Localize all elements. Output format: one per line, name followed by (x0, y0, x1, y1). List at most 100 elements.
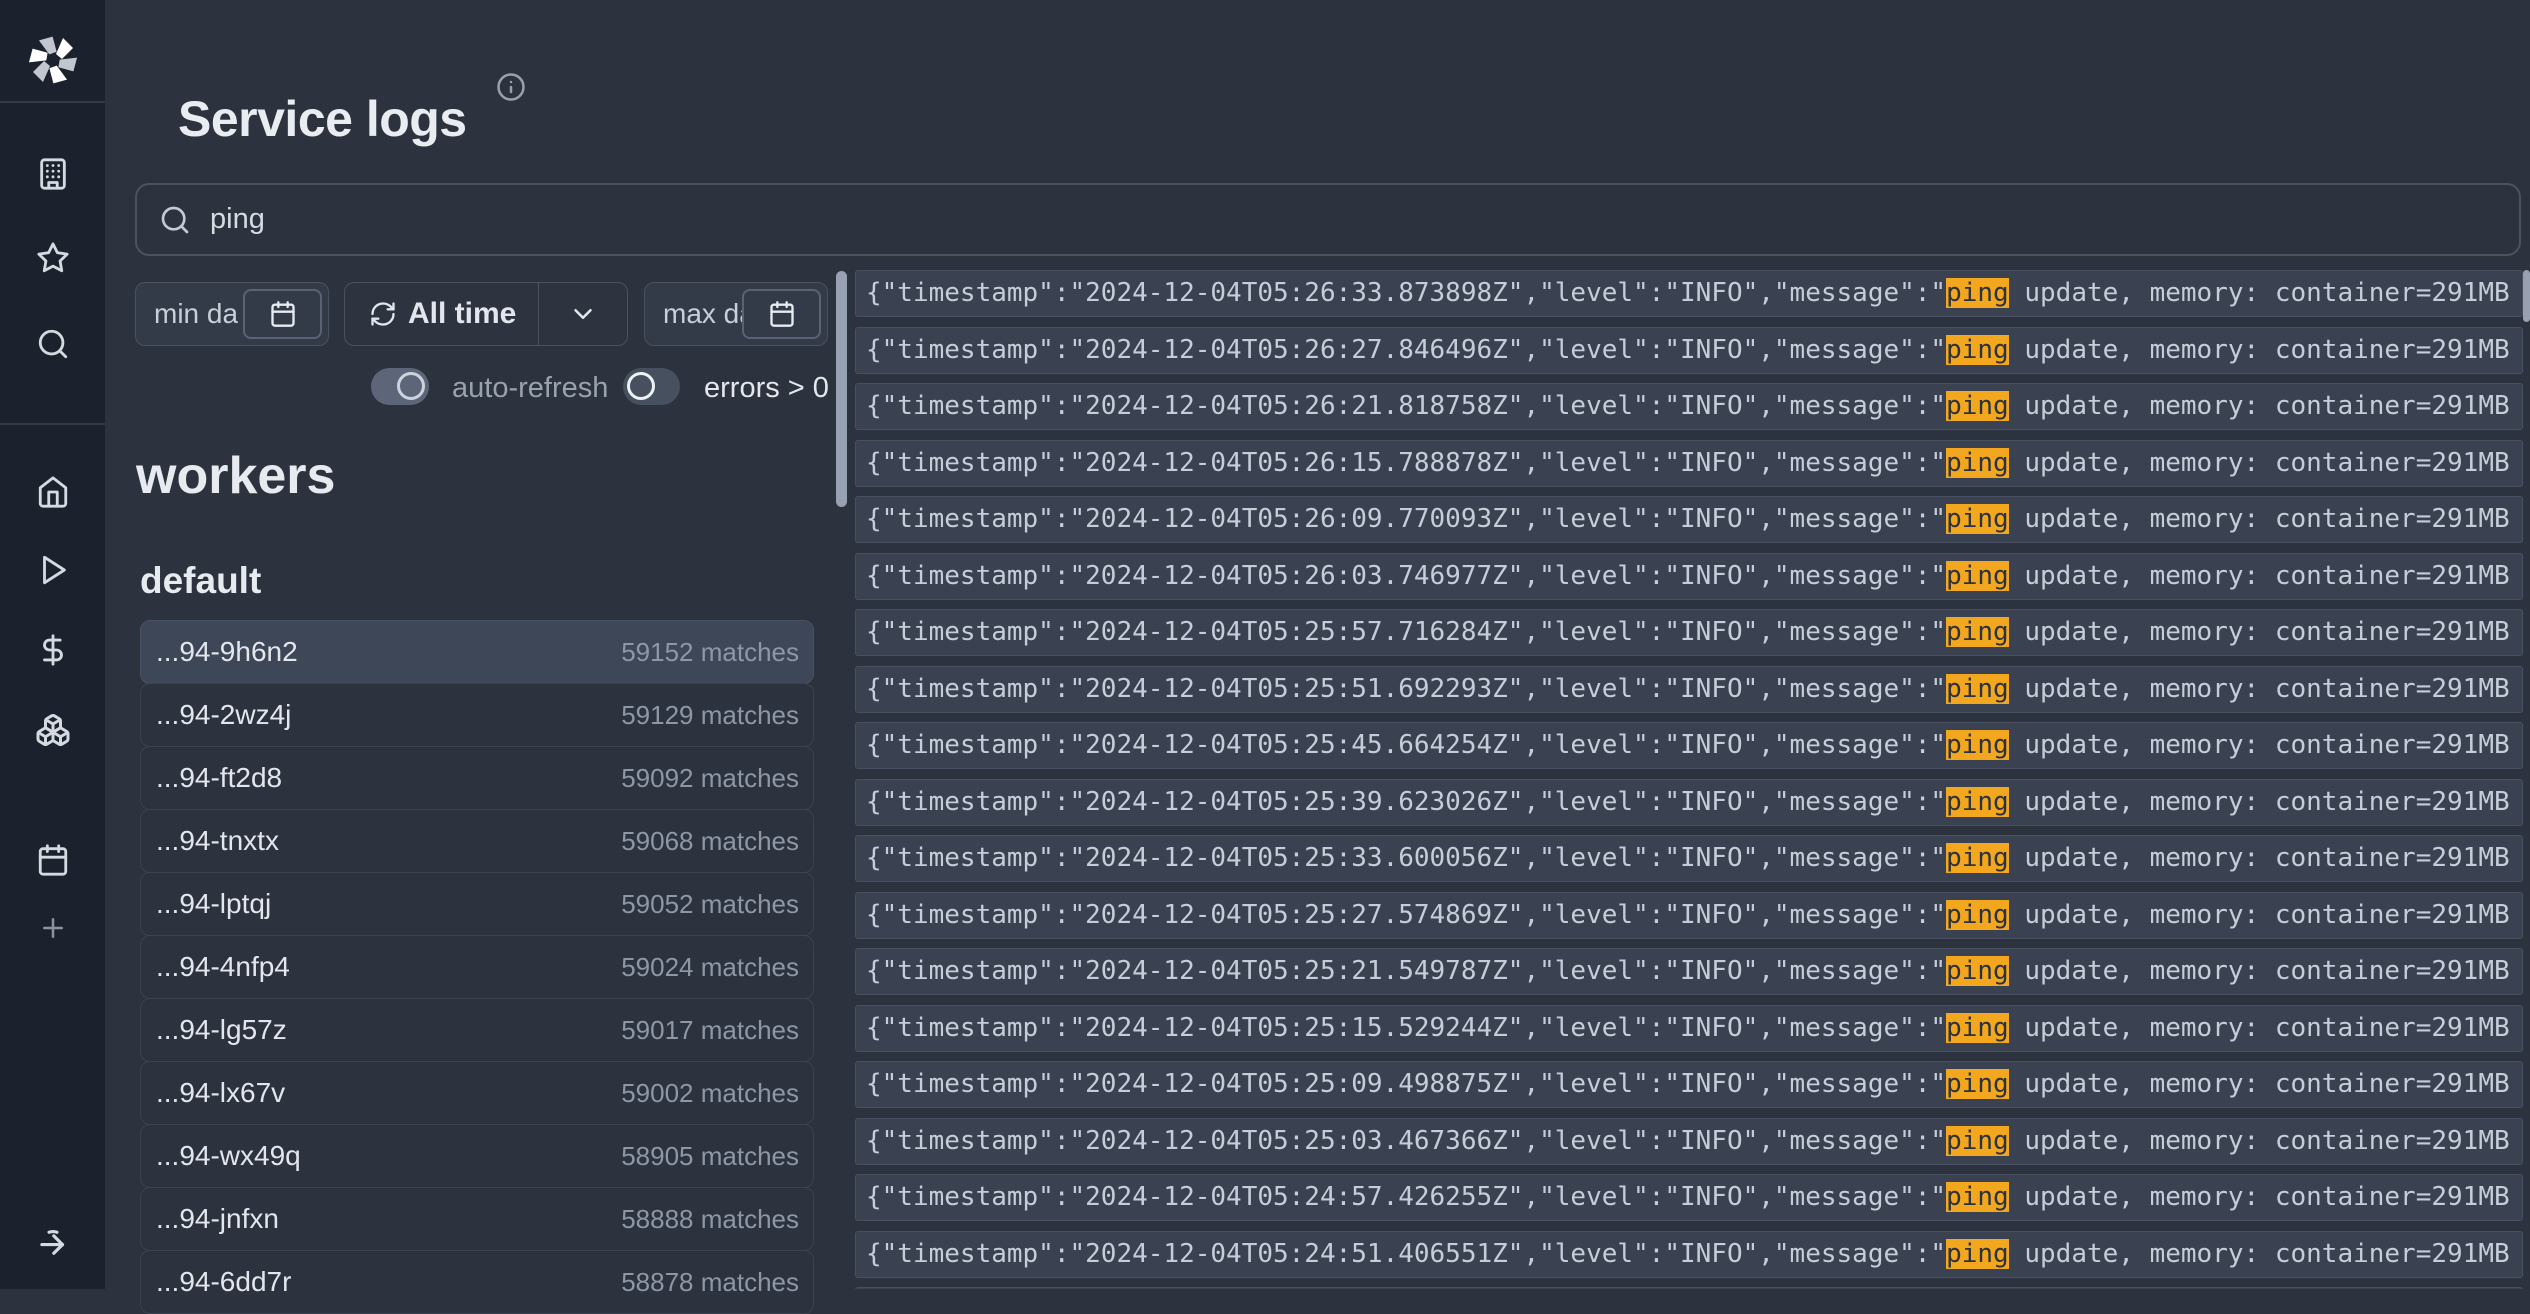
log-json-mid: ","level":"INFO","message":" (1508, 278, 1946, 308)
log-row[interactable]: {"timestamp":"2024-12-04T05:24:57.426255… (855, 1174, 2523, 1221)
building-icon[interactable] (36, 157, 70, 191)
log-json-mid: ","level":"INFO","message":" (1508, 335, 1946, 365)
search-match-highlight: ping (1946, 561, 2009, 591)
log-json-mid: ","level":"INFO","message":" (1508, 674, 1946, 704)
plus-icon[interactable] (38, 913, 68, 943)
log-json-mid: ","level":"INFO","message":" (1508, 843, 1946, 873)
worker-group-heading: default (140, 560, 261, 602)
time-range-refresh[interactable]: All time (345, 283, 538, 345)
sidebar-divider (0, 101, 105, 103)
worker-row[interactable]: ...94-lptqj59052 matches (140, 872, 814, 936)
boxes-icon[interactable] (35, 712, 71, 748)
search-input[interactable] (208, 202, 2519, 237)
workers-scrollbar-thumb[interactable] (836, 271, 847, 507)
errors-label: errors > 0 (704, 370, 829, 407)
log-row[interactable]: {"timestamp":"2024-12-04T05:26:21.818758… (855, 383, 2523, 430)
log-timestamp: 2024-12-04T05:26:03.746977Z (1085, 561, 1508, 591)
time-range-label: All time (408, 297, 516, 331)
log-row[interactable]: {"timestamp":"2024-12-04T05:26:27.846496… (855, 327, 2523, 374)
log-row[interactable]: {"timestamp":"2024-12-04T05:25:03.467366… (855, 1118, 2523, 1165)
search-match-highlight: ping (1946, 730, 2009, 760)
min-date-calendar-button[interactable] (243, 289, 322, 339)
log-json-prefix: {"timestamp":" (866, 1013, 1085, 1043)
log-message-tail: update, memory: container=291MB (2009, 843, 2510, 873)
play-icon[interactable] (36, 553, 70, 587)
log-json-prefix: {"timestamp":" (866, 448, 1085, 478)
toggle-knob (627, 372, 655, 400)
search-icon[interactable] (36, 327, 70, 361)
worker-name: ...94-9h6n2 (156, 636, 298, 668)
log-timestamp: 2024-12-04T05:25:27.574869Z (1085, 900, 1508, 930)
worker-row[interactable]: ...94-9h6n2 59152 matches (140, 620, 814, 684)
worker-row[interactable]: ...94-ft2d859092 matches (140, 746, 814, 810)
search-match-highlight: ping (1946, 843, 2009, 873)
log-row[interactable]: {"timestamp":"2024-12-04T05:25:45.664254… (855, 722, 2523, 769)
log-timestamp: 2024-12-04T05:26:33.873898Z (1085, 278, 1508, 308)
home-icon[interactable] (36, 475, 70, 509)
worker-row[interactable]: ...94-wx49q58905 matches (140, 1124, 814, 1188)
log-row[interactable]: {"timestamp":"2024-12-04T05:25:33.600056… (855, 835, 2523, 882)
log-json-mid: ","level":"INFO","message":" (1508, 391, 1946, 421)
worker-name: ...94-4nfp4 (156, 951, 290, 983)
log-message-tail: update, memory: container=291MB (2009, 335, 2510, 365)
worker-name: ...94-wx49q (156, 1140, 301, 1172)
worker-name: ...94-ft2d8 (156, 762, 282, 794)
log-timestamp: 2024-12-04T05:25:51.692293Z (1085, 674, 1508, 704)
search-match-highlight: ping (1946, 787, 2009, 817)
log-json-prefix: {"timestamp":" (866, 843, 1085, 873)
log-json-prefix: {"timestamp":" (866, 1239, 1085, 1269)
log-json-mid: ","level":"INFO","message":" (1508, 730, 1946, 760)
dollar-icon[interactable] (36, 633, 70, 667)
worker-row[interactable]: ...94-4nfp459024 matches (140, 935, 814, 999)
log-row[interactable]: {"timestamp":"2024-12-04T05:26:33.873898… (855, 270, 2523, 317)
worker-match-count: 59052 matches (621, 889, 799, 920)
log-json-prefix: {"timestamp":" (866, 956, 1085, 986)
auto-refresh-toggle[interactable] (371, 368, 429, 405)
max-date-field[interactable]: max da (644, 282, 828, 346)
log-row[interactable]: {"timestamp":"2024-12-04T05:26:09.770093… (855, 496, 2523, 543)
worker-row[interactable]: ...94-tnxtx59068 matches (140, 809, 814, 873)
refresh-icon (369, 300, 397, 328)
log-json-mid: ","level":"INFO","message":" (1508, 1182, 1946, 1212)
logs-scrollbar-thumb[interactable] (2523, 270, 2530, 322)
worker-row[interactable]: ...94-jnfxn58888 matches (140, 1187, 814, 1251)
log-row[interactable]: {"timestamp":"2024-12-04T05:26:15.788878… (855, 440, 2523, 487)
arrow-right-icon[interactable] (34, 1224, 72, 1262)
worker-row[interactable]: ...94-lg57z59017 matches (140, 998, 814, 1062)
log-row[interactable]: {"timestamp":"2024-12-04T05:25:21.549787… (855, 948, 2523, 995)
worker-row[interactable]: ...94-lx67v59002 matches (140, 1061, 814, 1125)
search-match-highlight: ping (1946, 1239, 2009, 1269)
log-json-mid: ","level":"INFO","message":" (1508, 504, 1946, 534)
log-json-mid: ","level":"INFO","message":" (1508, 900, 1946, 930)
windmill-logo[interactable] (27, 34, 79, 86)
log-row[interactable]: {"timestamp":"2024-12-04T05:25:27.574869… (855, 892, 2523, 939)
log-timestamp: 2024-12-04T05:25:21.549787Z (1085, 956, 1508, 986)
log-row[interactable]: {"timestamp":"2024-12-04T05:24:51.406551… (855, 1231, 2523, 1278)
log-row[interactable]: {"timestamp":"2024-12-04T05:25:51.692293… (855, 666, 2523, 713)
log-row[interactable]: {"timestamp":"2024-12-04T05:25:57.716284… (855, 609, 2523, 656)
calendar-icon[interactable] (36, 843, 70, 877)
search-match-highlight: ping (1946, 674, 2009, 704)
log-json-mid: ","level":"INFO","message":" (1508, 1069, 1946, 1099)
time-range-dropdown[interactable] (539, 283, 627, 345)
log-json-mid: ","level":"INFO","message":" (1508, 956, 1946, 986)
log-row[interactable]: {"timestamp":"2024-12-04T05:25:39.623026… (855, 779, 2523, 826)
worker-row[interactable]: ...94-2wz4j59129 matches (140, 683, 814, 747)
log-timestamp: 2024-12-04T05:25:39.623026Z (1085, 787, 1508, 817)
worker-name: ...94-2wz4j (156, 699, 291, 731)
search-match-highlight: ping (1946, 1182, 2009, 1212)
log-row[interactable]: {"timestamp":"2024-12-04T05:25:09.498875… (855, 1061, 2523, 1108)
info-icon[interactable] (496, 72, 526, 102)
max-date-calendar-button[interactable] (742, 289, 821, 339)
log-json-mid: ","level":"INFO","message":" (1508, 1013, 1946, 1043)
log-row[interactable]: {"timestamp":"2024-12-04T05:26:03.746977… (855, 553, 2523, 600)
worker-row[interactable]: ...94-6dd7r58878 matches (140, 1250, 814, 1314)
worker-match-count: 59152 matches (621, 637, 799, 668)
max-date-placeholder: max da (645, 298, 755, 330)
errors-toggle[interactable] (623, 368, 680, 405)
star-icon[interactable] (36, 241, 70, 275)
worker-list: ...94-9h6n2 59152 matches ...94-2wz4j59129… (140, 621, 814, 1314)
min-date-field[interactable]: min da (135, 282, 329, 346)
search-match-highlight: ping (1946, 1013, 2009, 1043)
log-row[interactable]: {"timestamp":"2024-12-04T05:25:15.529244… (855, 1005, 2523, 1052)
